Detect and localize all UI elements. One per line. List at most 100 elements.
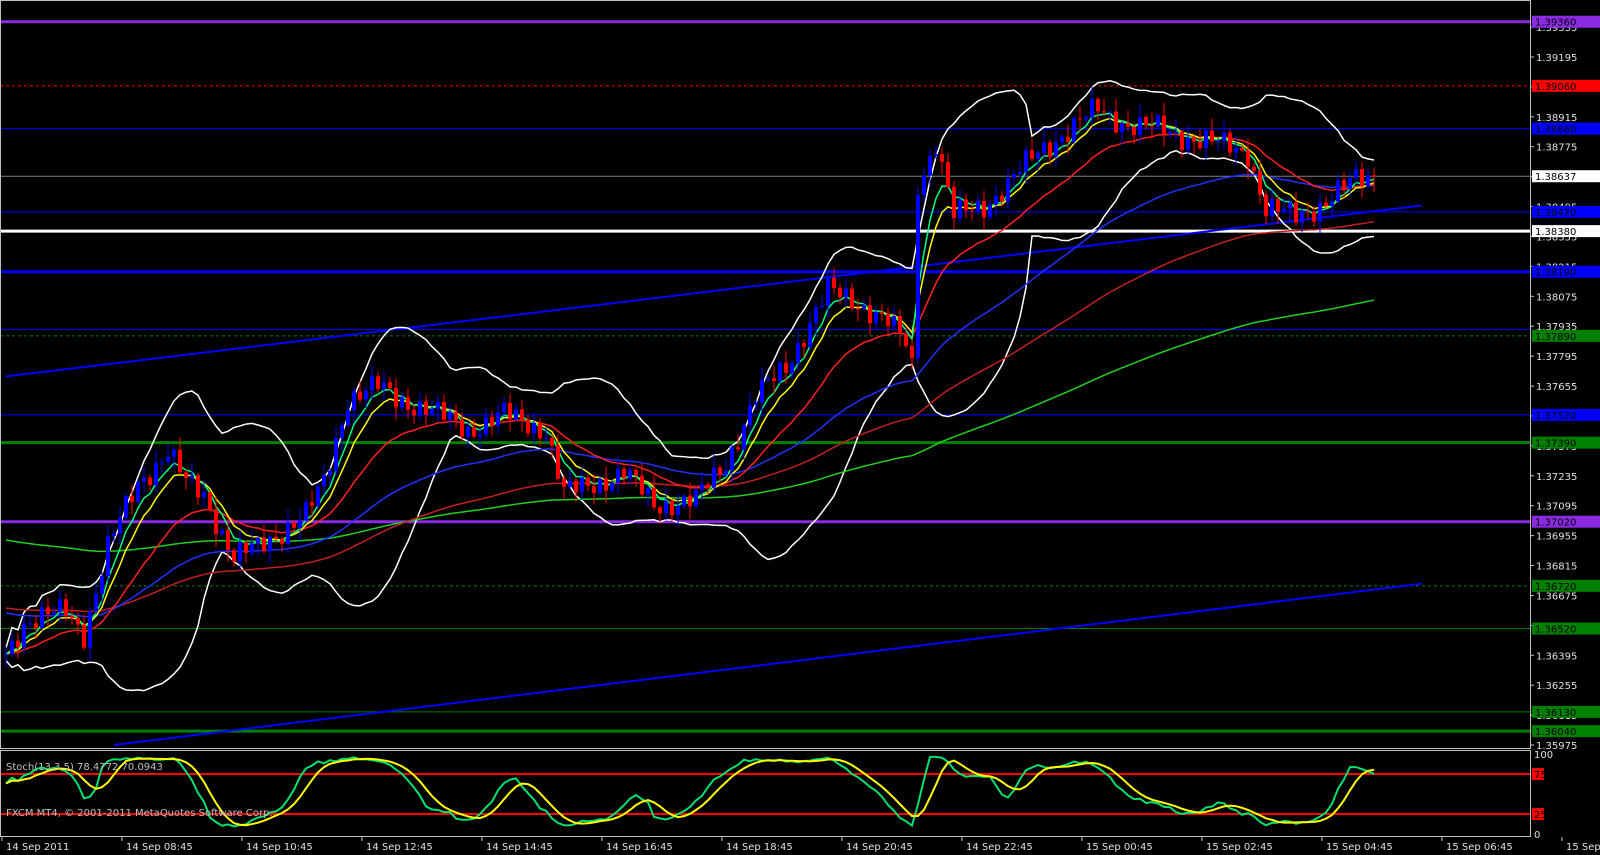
- candle-body: [538, 422, 542, 439]
- candle-body: [700, 484, 704, 490]
- candle-body: [454, 411, 458, 420]
- candle-body: [898, 316, 902, 334]
- price-tick-label: 1.36955: [1536, 532, 1577, 543]
- candle-body: [412, 409, 416, 416]
- copyright-footer: FXCM MT4, © 2001-2011 MetaQuotes Softwar…: [6, 808, 273, 819]
- candle-body: [1072, 118, 1076, 142]
- candle-body: [34, 623, 38, 629]
- candle-body: [46, 607, 50, 615]
- candle-body: [262, 537, 266, 552]
- candle-body: [616, 468, 620, 483]
- candle-body: [562, 478, 566, 487]
- candle-body: [100, 576, 104, 594]
- candle-body: [1372, 175, 1376, 177]
- candle-body: [1162, 115, 1166, 135]
- candle-body: [604, 478, 608, 491]
- candle-body: [1228, 132, 1232, 153]
- candle-body: [1078, 118, 1082, 120]
- candle-body: [532, 422, 536, 434]
- candle-body: [664, 501, 668, 514]
- time-label: 15 Sep 08:45: [1566, 842, 1600, 853]
- candle-body: [52, 611, 56, 615]
- time-label: 14 Sep 12:45: [366, 842, 433, 853]
- candle-body: [670, 501, 674, 516]
- time-label: 15 Sep 00:45: [1086, 842, 1153, 853]
- candle-body: [1138, 116, 1142, 136]
- candle-body: [1018, 171, 1022, 175]
- candle-body: [40, 607, 44, 629]
- candle-body: [862, 305, 866, 309]
- price-tick-label: 1.36395: [1536, 651, 1577, 662]
- candle-body: [1216, 141, 1220, 143]
- candle-body: [472, 427, 476, 437]
- candle-body: [820, 305, 824, 307]
- candle-body: [274, 536, 278, 539]
- candle-body: [526, 419, 530, 434]
- candle-body: [244, 542, 248, 554]
- price-level-label: 1.36520: [1535, 625, 1576, 636]
- candle-body: [832, 277, 836, 288]
- candle-body: [166, 456, 170, 462]
- price-level-label: 1.38860: [1535, 125, 1576, 136]
- candle-body: [748, 404, 752, 426]
- candle-body: [142, 477, 146, 483]
- candle-body: [676, 506, 680, 516]
- candle-body: [1060, 136, 1064, 143]
- time-label: 14 Sep 18:45: [726, 842, 793, 853]
- candle-body: [460, 419, 464, 437]
- candle-body: [190, 475, 194, 478]
- candle-body: [580, 477, 584, 493]
- candle-body: [970, 210, 974, 212]
- stoch-label: Stoch(13,3,5) 78.4772 70.0943: [6, 762, 163, 773]
- price-level-label: 1.36720: [1535, 582, 1576, 593]
- candle-body: [1126, 123, 1130, 127]
- candle-body: [508, 403, 512, 420]
- price-level-label: 1.38190: [1535, 268, 1576, 279]
- candle-body: [82, 624, 86, 648]
- candle-body: [466, 427, 470, 437]
- candle-body: [718, 467, 722, 475]
- candle-body: [1240, 147, 1244, 151]
- candle-body: [964, 199, 968, 211]
- candle-body: [160, 461, 164, 463]
- candle-body: [1030, 150, 1034, 159]
- candle-body: [1336, 180, 1340, 202]
- candle-body: [952, 186, 956, 218]
- price-level-label: 1.37390: [1535, 439, 1576, 450]
- candle-body: [1282, 208, 1286, 212]
- candle-body: [226, 530, 230, 551]
- candle-body: [1096, 98, 1100, 112]
- candle-body: [250, 543, 254, 554]
- candle-body: [418, 401, 422, 416]
- candle-body: [940, 154, 944, 162]
- candle-body: [358, 391, 362, 400]
- candle-body: [1036, 152, 1040, 159]
- candle-body: [478, 434, 482, 437]
- candle-body: [286, 522, 290, 544]
- candle-body: [496, 412, 500, 427]
- candle-body: [1132, 126, 1136, 136]
- ema-55-line: [5, 173, 1375, 618]
- candle-body: [958, 199, 962, 218]
- candle-body: [736, 447, 740, 450]
- candle-body: [1234, 147, 1238, 153]
- candle-body: [1330, 201, 1334, 207]
- price-chart[interactable]: 1.393351.391951.390551.389151.387751.386…: [0, 0, 1600, 855]
- stoch-scale-label: 75: [1534, 770, 1547, 781]
- candle-body: [334, 438, 338, 471]
- candle-body: [1318, 202, 1322, 222]
- price-axis: 1.393351.391951.390551.389151.387751.386…: [0, 0, 1600, 841]
- candle-body: [640, 475, 644, 495]
- candle-body: [1246, 150, 1250, 167]
- time-axis: 14 Sep 2011 14 Sep 08:45 14 Sep 10:45 14 Se…: [1, 837, 1600, 853]
- candle-body: [1012, 174, 1016, 178]
- candle-body: [304, 502, 308, 521]
- candle-body: [154, 462, 158, 486]
- candle-body: [430, 408, 434, 415]
- candle-body: [316, 486, 320, 506]
- candle-body: [706, 484, 710, 488]
- candle-body: [118, 517, 122, 534]
- candle-body: [550, 437, 554, 446]
- price-level-label: 1.39060: [1535, 82, 1576, 93]
- time-label: 14 Sep 2011: [6, 842, 69, 853]
